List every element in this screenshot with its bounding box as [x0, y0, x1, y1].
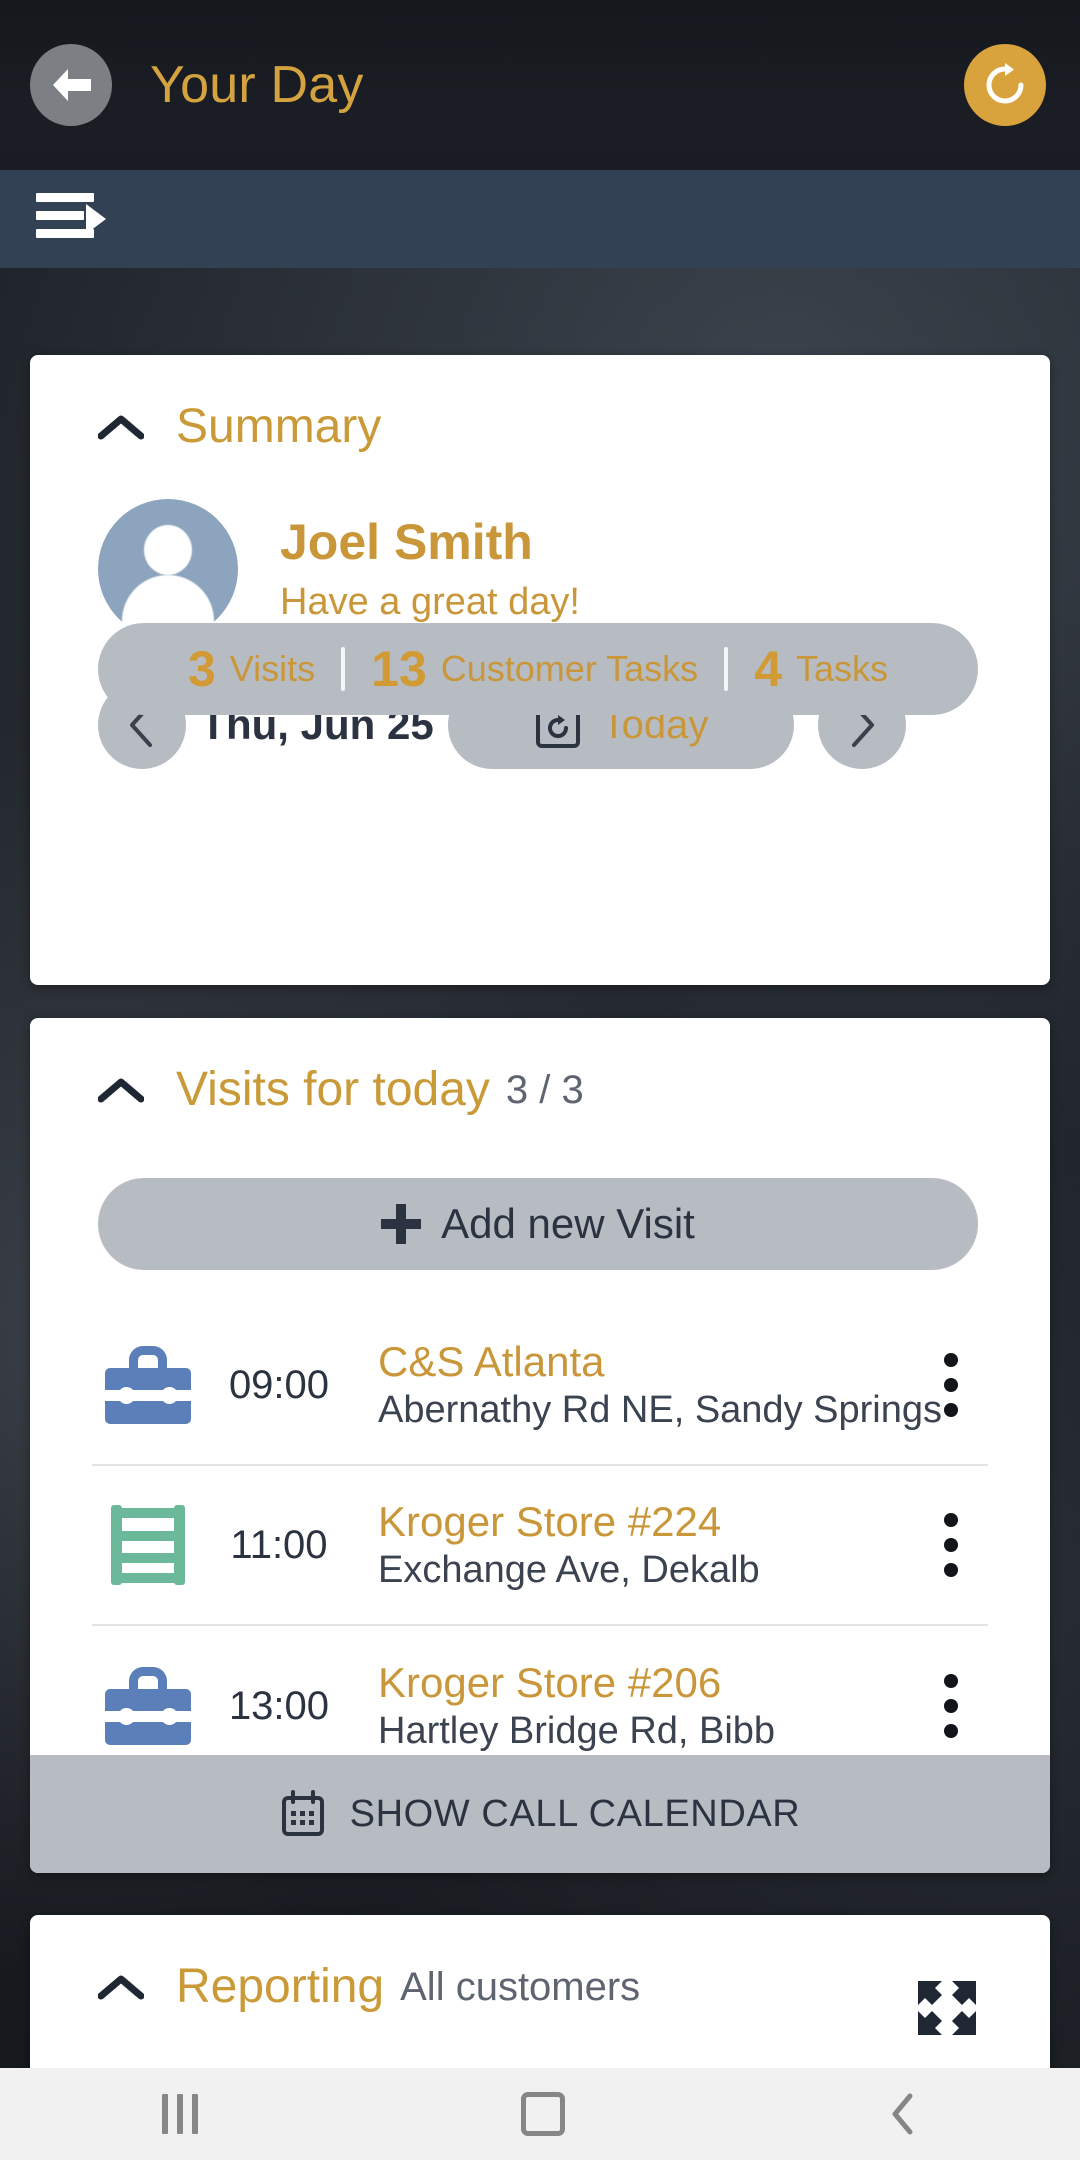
- user-profile: Joel Smith Have a great day!: [30, 451, 1050, 639]
- visit-address: Hartley Bridge Rd, Bibb: [378, 1709, 776, 1752]
- stats-bar[interactable]: 3 Visits 13 Customer Tasks 4 Tasks: [98, 623, 978, 715]
- page-title: Your Day: [150, 56, 364, 114]
- briefcase-icon: [92, 1667, 204, 1745]
- stat-divider: [724, 647, 729, 691]
- visits-header[interactable]: Visits for today 3 / 3: [30, 1018, 1050, 1114]
- shelf-icon: [92, 1505, 204, 1585]
- chevron-up-icon[interactable]: [98, 414, 144, 440]
- user-greeting: Have a great day!: [280, 581, 580, 624]
- visit-customer-name: C&S Atlanta: [378, 1338, 605, 1386]
- reporting-title: Reporting: [176, 1960, 385, 2013]
- visit-time: 11:00: [230, 1522, 328, 1567]
- visit-time: 13:00: [228, 1683, 330, 1728]
- visit-address: Exchange Ave, Dekalb: [378, 1548, 760, 1591]
- visits-counter: 3 / 3: [505, 1067, 584, 1112]
- app-screen: Your Day Summary Joel Smith Have a great…: [0, 0, 1080, 2160]
- home-icon[interactable]: [520, 2092, 565, 2136]
- kebab-menu-icon[interactable]: [914, 1513, 988, 1577]
- back-icon[interactable]: [888, 2090, 918, 2138]
- menu-button[interactable]: [36, 193, 106, 245]
- visit-list: 09:00 C&S Atlanta Abernathy Rd NE, Sandy…: [30, 1306, 1050, 1786]
- fullscreen-expand-icon[interactable]: [916, 1979, 978, 2037]
- arrow-left-icon: [53, 69, 91, 101]
- summary-card: Summary Joel Smith Have a great day! Thu…: [30, 355, 1050, 985]
- kebab-menu-icon[interactable]: [914, 1353, 988, 1417]
- stat-tasks-value: 4: [754, 641, 782, 697]
- visit-address: Abernathy Rd NE, Sandy Springs: [378, 1388, 942, 1431]
- reporting-subtitle: All customers: [400, 1964, 641, 2009]
- kebab-menu-icon[interactable]: [914, 1674, 988, 1738]
- add-new-visit-button[interactable]: Add new Visit: [98, 1178, 978, 1270]
- chevron-up-icon[interactable]: [98, 1974, 144, 2000]
- recents-icon[interactable]: [161, 2094, 198, 2134]
- stat-visits-value: 3: [187, 641, 216, 697]
- visits-card: Visits for today 3 / 3 Add new Visit 09:…: [30, 1018, 1050, 1873]
- visits-title: Visits for today: [176, 1063, 490, 1116]
- chevron-up-icon[interactable]: [98, 1077, 144, 1103]
- show-call-calendar-button[interactable]: SHOW CALL CALENDAR: [30, 1755, 1050, 1873]
- show-call-calendar-label: SHOW CALL CALENDAR: [349, 1792, 801, 1835]
- plus-icon: [381, 1204, 422, 1244]
- refresh-button[interactable]: [964, 44, 1046, 126]
- user-name: Joel Smith: [280, 513, 533, 570]
- sub-bar: [0, 170, 1080, 268]
- reporting-header[interactable]: Reporting All customers: [30, 1915, 1050, 2011]
- visit-time: 09:00: [228, 1362, 330, 1407]
- stat-divider: [341, 647, 346, 691]
- refresh-icon: [986, 63, 1024, 104]
- add-new-visit-label: Add new Visit: [441, 1200, 695, 1247]
- app-bar: Your Day: [0, 0, 1080, 170]
- visit-row[interactable]: 11:00 Kroger Store #224 Exchange Ave, De…: [92, 1466, 988, 1626]
- stat-customer-tasks-value: 13: [371, 641, 427, 697]
- visit-row[interactable]: 09:00 C&S Atlanta Abernathy Rd NE, Sandy…: [92, 1306, 988, 1466]
- visit-customer-name: Kroger Store #224: [378, 1498, 722, 1546]
- avatar: [98, 499, 238, 639]
- stat-visits-label: Visits: [229, 648, 316, 689]
- summary-title: Summary: [176, 400, 382, 453]
- stat-customer-tasks-label: Customer Tasks: [440, 648, 699, 689]
- summary-header[interactable]: Summary: [30, 355, 1050, 451]
- back-button[interactable]: [30, 44, 112, 126]
- visit-customer-name: Kroger Store #206: [378, 1659, 722, 1707]
- android-navigation-bar: [0, 2068, 1080, 2160]
- calendar-icon: [281, 1790, 324, 1836]
- briefcase-icon: [92, 1346, 204, 1424]
- stat-tasks-label: Tasks: [796, 648, 889, 689]
